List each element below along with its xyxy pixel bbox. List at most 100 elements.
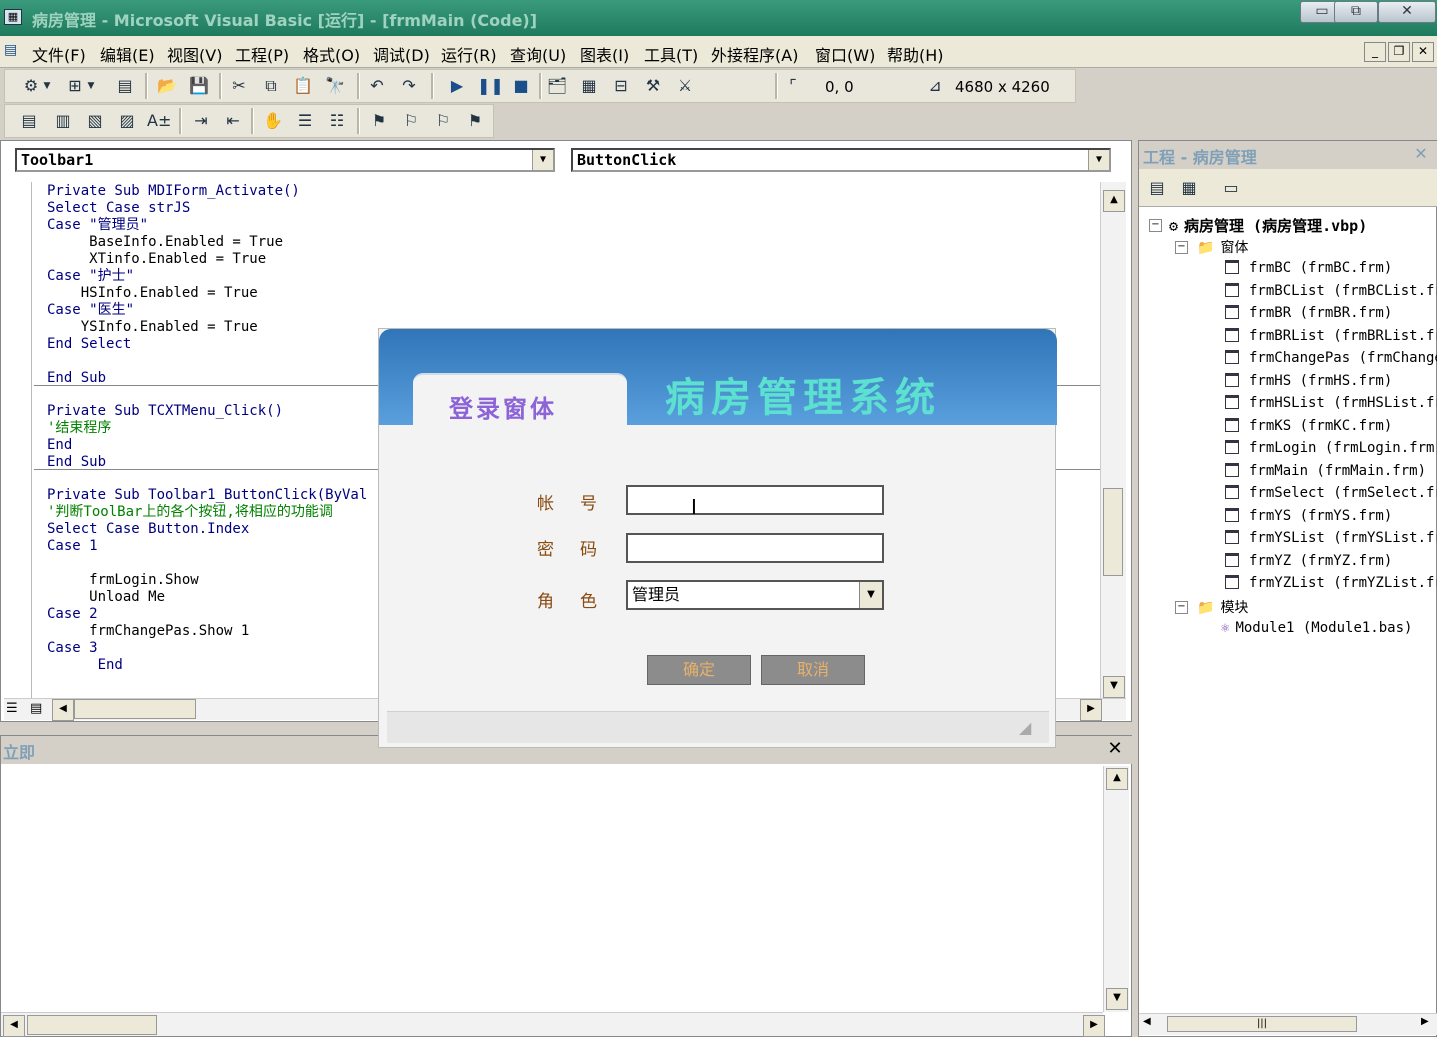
- toggle-breakpoint-icon[interactable]: ✋: [261, 110, 285, 132]
- tree-form-item[interactable]: frmBC (frmBC.frm): [1225, 260, 1437, 276]
- add-form-icon[interactable]: ⊞: [63, 75, 87, 97]
- next-bookmark-icon[interactable]: ⚐: [399, 110, 423, 132]
- comment-block-icon[interactable]: ☰: [293, 110, 317, 132]
- immediate-window[interactable]: 立即 ✕ ▲ ▼ ◀ ▶: [0, 735, 1133, 1037]
- menu-run[interactable]: 运行(R): [441, 42, 497, 66]
- code-line[interactable]: Case 3: [47, 640, 98, 657]
- code-line[interactable]: HSInfo.Enabled = True: [47, 285, 258, 302]
- object-browser-icon[interactable]: ⚒: [641, 75, 665, 97]
- complete-word-icon[interactable]: A±: [147, 110, 171, 132]
- tree-form-item[interactable]: frmBR (frmBR.frm): [1225, 305, 1437, 321]
- code-line[interactable]: End: [47, 437, 72, 454]
- tree-form-item[interactable]: frmChangePas (frmChangePas.frm): [1225, 350, 1437, 366]
- tree-form-item[interactable]: frmSelect (frmSelect.frm): [1225, 485, 1437, 501]
- code-line[interactable]: Case "管理员": [47, 217, 148, 234]
- view-object-icon[interactable]: ▦: [1177, 177, 1201, 199]
- menu-tools[interactable]: 工具(T): [644, 42, 698, 66]
- maximize-button[interactable]: ⧉: [1334, 1, 1378, 23]
- scroll-right-icon[interactable]: ▶: [1421, 1016, 1429, 1027]
- list-constants-icon[interactable]: ▥: [51, 110, 75, 132]
- list-properties-icon[interactable]: ▤: [17, 110, 41, 132]
- outdent-icon[interactable]: ⇤: [221, 110, 245, 132]
- scroll-left-icon[interactable]: ◀: [52, 699, 74, 721]
- menu-window[interactable]: 窗口(W): [815, 42, 875, 66]
- close-icon[interactable]: ✕: [1105, 739, 1125, 759]
- uncomment-block-icon[interactable]: ☷: [325, 110, 349, 132]
- properties-icon[interactable]: ▦: [577, 75, 601, 97]
- close-button[interactable]: ✕: [1378, 1, 1436, 23]
- modules-folder[interactable]: 📁 模块: [1197, 597, 1248, 617]
- scroll-thumb[interactable]: [74, 699, 196, 719]
- code-line[interactable]: frmLogin.Show: [47, 572, 199, 589]
- code-line[interactable]: End Select: [47, 336, 131, 353]
- menu-query[interactable]: 查询(U): [510, 42, 566, 66]
- resize-grip-icon[interactable]: ◢: [1019, 718, 1031, 737]
- tree-form-item[interactable]: frmYZList (frmYZList.frm): [1225, 575, 1437, 591]
- toolbox-icon[interactable]: ⚔: [673, 75, 697, 97]
- tree-form-item[interactable]: frmLogin (frmLogin.frm): [1225, 440, 1437, 456]
- scroll-up-icon[interactable]: ▲: [1103, 190, 1125, 212]
- ok-button[interactable]: 确定: [647, 655, 751, 685]
- tree-form-item[interactable]: frmBRList (frmBRList.frm): [1225, 328, 1437, 344]
- tree-form-item[interactable]: frmYZ (frmYZ.frm): [1225, 553, 1437, 569]
- code-line[interactable]: Select Case Button.Index: [47, 521, 249, 538]
- tree-module-item[interactable]: ⚛ Module1 (Module1.bas): [1221, 620, 1435, 636]
- scroll-thumb[interactable]: [1103, 488, 1123, 576]
- scroll-right-icon[interactable]: ▶: [1080, 699, 1102, 721]
- password-input[interactable]: [626, 533, 884, 563]
- save-icon[interactable]: 💾: [187, 75, 211, 97]
- code-line[interactable]: Case "护士": [47, 268, 134, 285]
- scroll-right-icon[interactable]: ▶: [1083, 1015, 1105, 1037]
- tree-form-item[interactable]: frmHS (frmHS.frm): [1225, 373, 1437, 389]
- menu-addins[interactable]: 外接程序(A): [711, 42, 798, 66]
- vb-app-icon[interactable]: ▦: [4, 9, 22, 25]
- undo-icon[interactable]: ↶: [365, 75, 389, 97]
- immediate-horizontal-scrollbar[interactable]: ◀ ▶: [1, 1012, 1105, 1037]
- scroll-down-icon[interactable]: ▼: [1106, 988, 1128, 1010]
- menu-file[interactable]: 文件(F): [32, 42, 86, 66]
- role-select[interactable]: 管理员 ▼: [626, 580, 884, 610]
- code-vertical-scrollbar[interactable]: ▲ ▼: [1100, 182, 1126, 698]
- collapse-icon[interactable]: −: [1149, 219, 1162, 232]
- chevron-down-icon[interactable]: ▼: [1088, 150, 1109, 170]
- view-code-icon[interactable]: ▤: [1145, 177, 1169, 199]
- toggle-folders-icon[interactable]: ▭: [1219, 177, 1243, 199]
- code-line[interactable]: Private Sub TCXTMenu_Click(): [47, 403, 283, 420]
- code-line[interactable]: Case 1: [47, 538, 98, 555]
- parameter-info-icon[interactable]: ▨: [115, 110, 139, 132]
- run-icon[interactable]: ▶: [445, 75, 469, 97]
- procedure-combo[interactable]: ButtonClick ▼: [571, 148, 1111, 172]
- collapse-icon[interactable]: −: [1175, 241, 1188, 254]
- menu-view[interactable]: 视图(V): [167, 42, 222, 66]
- mdi-restore-button[interactable]: ❐: [1388, 42, 1410, 62]
- tree-form-item[interactable]: frmKS (frmKC.frm): [1225, 418, 1437, 434]
- scroll-thumb[interactable]: |||: [1167, 1016, 1357, 1032]
- mdi-close-button[interactable]: ✕: [1412, 42, 1434, 62]
- scroll-left-icon[interactable]: ◀: [3, 1015, 25, 1037]
- scroll-thumb[interactable]: [27, 1015, 157, 1035]
- tree-form-item[interactable]: frmYS (frmYS.frm): [1225, 508, 1437, 524]
- menu-diagram[interactable]: 图表(I): [580, 42, 629, 66]
- code-line[interactable]: YSInfo.Enabled = True: [47, 319, 258, 336]
- code-line[interactable]: Case "医生": [47, 302, 134, 319]
- code-line[interactable]: End: [47, 657, 123, 674]
- chevron-down-icon[interactable]: ▼: [41, 75, 53, 97]
- menu-edit[interactable]: 编辑(E): [100, 42, 155, 66]
- code-line[interactable]: frmChangePas.Show 1: [47, 623, 249, 640]
- mdi-minimize-button[interactable]: _: [1364, 42, 1386, 62]
- pause-icon[interactable]: ❚❚: [477, 75, 504, 97]
- open-folder-icon[interactable]: 📂: [155, 75, 179, 97]
- code-line[interactable]: Unload Me: [47, 589, 165, 606]
- immediate-vertical-scrollbar[interactable]: ▲ ▼: [1103, 766, 1129, 1012]
- previous-bookmark-icon[interactable]: ⚐: [431, 110, 455, 132]
- scroll-up-icon[interactable]: ▲: [1106, 768, 1128, 790]
- chevron-down-icon[interactable]: ▼: [859, 582, 882, 608]
- add-project-icon[interactable]: ⚙: [19, 75, 43, 97]
- forms-folder[interactable]: 📁 窗体: [1197, 237, 1248, 257]
- menu-debug[interactable]: 调试(D): [373, 42, 430, 66]
- redo-icon[interactable]: ↷: [397, 75, 421, 97]
- code-line[interactable]: Case 2: [47, 606, 98, 623]
- paste-icon[interactable]: 📋: [291, 75, 315, 97]
- menu-format[interactable]: 格式(O): [303, 42, 360, 66]
- procedure-view-icon[interactable]: ☰: [6, 701, 24, 719]
